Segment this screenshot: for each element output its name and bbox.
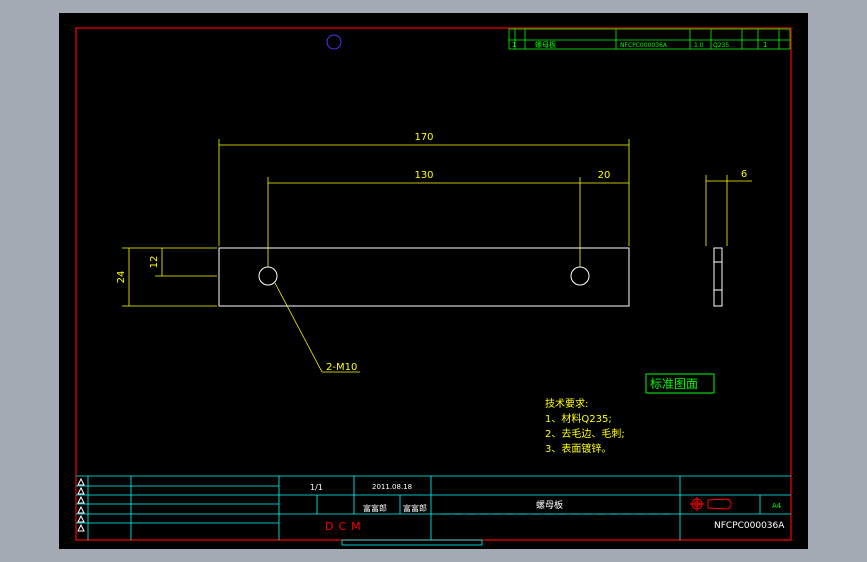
note-item: 2、去毛边、毛刺; (545, 428, 625, 440)
date-value: 2011.08.18 (372, 483, 412, 491)
checker-name: 富富郎 (403, 503, 427, 513)
parts-count: 1 (763, 41, 767, 49)
drawing-number: NFCPC000036A (714, 521, 785, 531)
model-space (59, 13, 808, 549)
parts-qty: 1.0 (694, 42, 704, 49)
dim-hole-height: 12 (149, 256, 160, 269)
scale-value: 1/1 (310, 483, 323, 492)
parts-name: 螺母板 (535, 40, 556, 49)
company-logo: DCM (325, 520, 366, 533)
designer-name: 富富郎 (363, 503, 387, 513)
hole-callout: 2-M10 (326, 362, 357, 373)
notes-title: 技术要求: (545, 397, 588, 410)
parts-code: NFCPC000036A (620, 42, 668, 49)
dim-edge-to-hole: 20 (598, 170, 611, 181)
note-item: 3、表面镀锌。 (545, 442, 611, 455)
parts-material: Q235 (713, 42, 729, 49)
dim-hole-spacing: 130 (414, 170, 433, 181)
note-item: 1、材料Q235; (545, 412, 612, 425)
cad-drawing-canvas[interactable]: 1 螺母板 NFCPC000036A 1.0 Q235 1 170 130 20… (0, 0, 867, 562)
part-name: 螺母板 (536, 499, 563, 511)
sheet-size: A4 (772, 502, 782, 510)
parts-index: 1 (512, 41, 516, 49)
dim-overall-length: 170 (414, 132, 433, 143)
dim-thickness: 6 (741, 169, 747, 180)
dim-height: 24 (116, 271, 127, 284)
stamp-text: 标准图面 (650, 377, 698, 391)
